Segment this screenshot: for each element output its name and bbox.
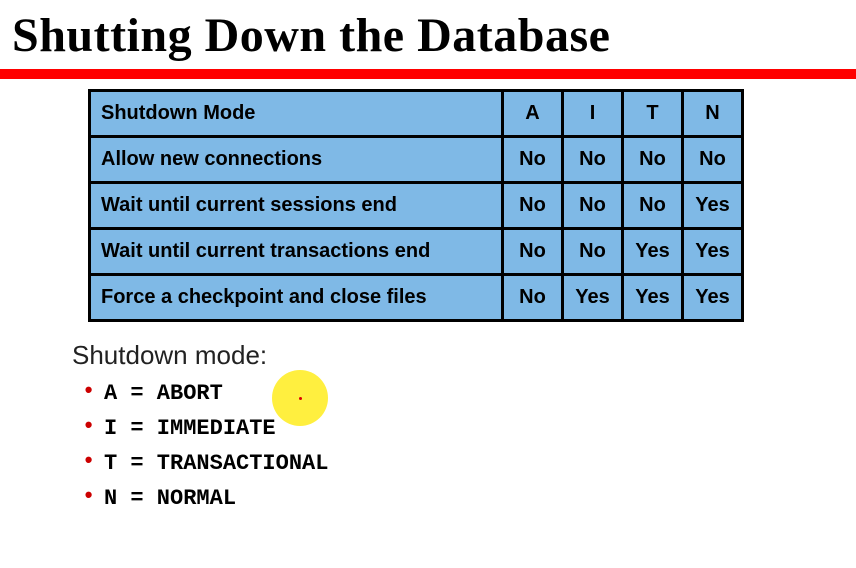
slide-title: Shutting Down the Database (12, 8, 856, 63)
table-row: Allow new connections No No No No (90, 137, 743, 183)
legend-item-abort: A = ABORT (78, 381, 856, 406)
row-value: Yes (683, 183, 743, 229)
laser-pointer-icon (272, 370, 328, 426)
table-row: Wait until current transactions end No N… (90, 229, 743, 275)
row-value: No (503, 183, 563, 229)
shutdown-table-container: Shutdown Mode A I T N Allow new connecti… (88, 89, 744, 322)
table-header-row: Shutdown Mode A I T N (90, 91, 743, 137)
row-label: Wait until current transactions end (90, 229, 503, 275)
row-label: Force a checkpoint and close files (90, 275, 503, 321)
row-value: Yes (623, 229, 683, 275)
row-value: No (503, 229, 563, 275)
legend-title: Shutdown mode: (72, 340, 856, 371)
row-value: No (683, 137, 743, 183)
row-value: Yes (623, 275, 683, 321)
row-value: No (563, 229, 623, 275)
header-mode-n: N (683, 91, 743, 137)
row-value: No (503, 137, 563, 183)
shutdown-table: Shutdown Mode A I T N Allow new connecti… (88, 89, 744, 322)
row-value: No (503, 275, 563, 321)
legend-list: A = ABORT I = IMMEDIATE T = TRANSACTIONA… (78, 381, 856, 511)
row-value: Yes (683, 229, 743, 275)
header-mode-t: T (623, 91, 683, 137)
legend-item-normal: N = NORMAL (78, 486, 856, 511)
row-label: Allow new connections (90, 137, 503, 183)
table-row: Force a checkpoint and close files No Ye… (90, 275, 743, 321)
row-value: No (563, 183, 623, 229)
row-label: Wait until current sessions end (90, 183, 503, 229)
header-label-cell: Shutdown Mode (90, 91, 503, 137)
row-value: No (623, 137, 683, 183)
row-value: No (563, 137, 623, 183)
title-underline (0, 69, 856, 79)
header-mode-a: A (503, 91, 563, 137)
legend-item-transactional: T = TRANSACTIONAL (78, 451, 856, 476)
row-value: Yes (563, 275, 623, 321)
legend-item-immediate: I = IMMEDIATE (78, 416, 856, 441)
table-row: Wait until current sessions end No No No… (90, 183, 743, 229)
row-value: Yes (683, 275, 743, 321)
row-value: No (623, 183, 683, 229)
header-mode-i: I (563, 91, 623, 137)
